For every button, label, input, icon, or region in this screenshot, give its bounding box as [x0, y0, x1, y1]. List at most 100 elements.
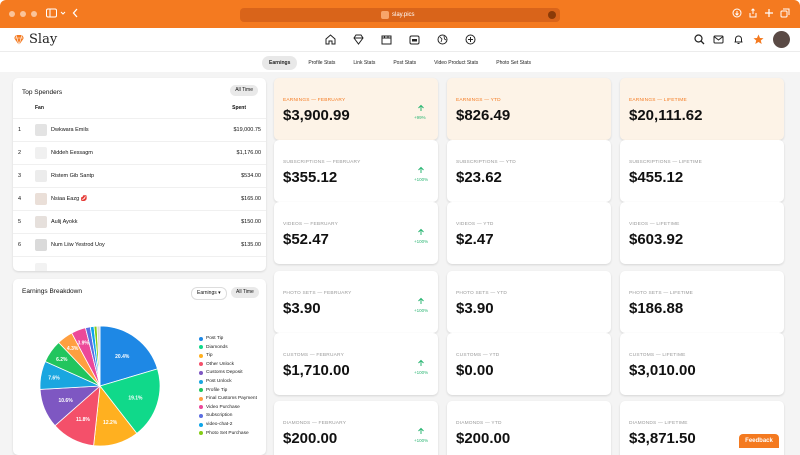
wallet-icon[interactable] — [408, 33, 421, 46]
time-filter-button[interactable]: All Time — [230, 85, 258, 96]
tab-link-stats[interactable]: Link Stats — [346, 56, 382, 70]
chevron-down-icon[interactable] — [60, 8, 66, 18]
table-row[interactable]: 2 Niddeh Eessagm $1,176.00 — [13, 141, 266, 164]
home-icon[interactable] — [324, 33, 337, 46]
stat-card: SUBSCRIPTIONS — FEBRUARY $355.12 +100% — [274, 140, 438, 202]
stat-label: EARNINGS — LIFETIME — [629, 98, 687, 103]
legend-item[interactable]: Subscription — [199, 413, 232, 418]
stat-value: $826.49 — [456, 107, 511, 124]
rank: 1 — [18, 127, 22, 133]
share-icon[interactable] — [748, 8, 758, 18]
rank: 3 — [18, 173, 22, 179]
new-tab-icon[interactable] — [764, 8, 774, 18]
stat-label: EARNINGS — FEBRUARY — [283, 98, 346, 103]
add-icon[interactable] — [464, 33, 477, 46]
legend-item[interactable]: Post Tip — [199, 336, 223, 341]
table-row[interactable]: 3 Ristem Gib Santp $534.00 — [13, 164, 266, 187]
table-row[interactable]: 6 Num Liiw Yestrod Uoy $135.00 — [13, 233, 266, 256]
breakdown-type-select[interactable]: Earnings ▾ — [191, 287, 227, 300]
window-controls[interactable] — [9, 11, 37, 17]
reload-icon[interactable] — [548, 11, 556, 19]
sidebar-toggle-icon[interactable] — [46, 8, 57, 18]
legend-label: Video Purchase — [206, 404, 240, 410]
trend-percent: +100% — [414, 177, 429, 182]
tab-post-stats[interactable]: Post Stats — [386, 56, 423, 70]
stat-label: VIDEOS — YTD — [456, 222, 494, 227]
avatar[interactable] — [773, 31, 790, 48]
legend-label: Other Unlock — [206, 361, 234, 367]
legend-item[interactable]: video-chat-2 — [199, 422, 232, 427]
legend-item[interactable]: Photo Set Purchase — [199, 431, 249, 436]
legend-label: Profile Tip — [206, 387, 228, 393]
legend-item[interactable]: Tip — [199, 353, 213, 358]
stat-card: SUBSCRIPTIONS — LIFETIME $455.12 — [620, 140, 784, 202]
table-row[interactable]: 4 Nsiaa Eazg 💋 $165.00 — [13, 187, 266, 210]
table-row[interactable] — [13, 256, 266, 271]
fan-name: Aulij Ayokk — [51, 219, 78, 225]
site-favicon-icon — [381, 11, 389, 19]
back-icon[interactable] — [72, 8, 79, 18]
feedback-button[interactable]: Feedback — [739, 434, 779, 448]
brand[interactable]: Slay — [13, 32, 57, 47]
trend-up-icon — [418, 104, 424, 111]
stat-card: SUBSCRIPTIONS — YTD $23.62 — [447, 140, 611, 202]
download-icon[interactable] — [732, 8, 742, 18]
pie-data-label: 11.8% — [76, 417, 90, 423]
tab-profile-stats[interactable]: Profile Stats — [301, 56, 342, 70]
stat-card: VIDEOS — YTD $2.47 — [447, 202, 611, 264]
legend-item[interactable]: Profile Tip — [199, 388, 227, 393]
media-icon[interactable] — [380, 33, 393, 46]
spent-amount: $150.00 — [241, 219, 261, 225]
legend-swatch — [199, 405, 203, 410]
globe-icon[interactable] — [436, 33, 449, 46]
legend-swatch — [199, 379, 203, 384]
stat-card: CUSTOMS — FEBRUARY $1,710.00 +100% — [274, 333, 438, 395]
legend-item[interactable]: Diamonds — [199, 345, 228, 350]
legend-swatch — [199, 353, 203, 358]
table-header: Fan Spent — [13, 103, 266, 113]
legend-item[interactable]: Other Unlock — [199, 362, 234, 367]
legend-label: Post Tip — [206, 336, 224, 341]
search-icon[interactable] — [693, 33, 706, 46]
tab-video-product-stats[interactable]: Video Product Stats — [427, 56, 485, 70]
legend-item[interactable]: Video Purchase — [199, 405, 240, 410]
spent-amount: $135.00 — [241, 242, 261, 248]
legend-item[interactable]: Customs Deposit — [199, 370, 243, 375]
stat-value: $200.00 — [283, 430, 338, 447]
address-bar[interactable]: slay.pics — [240, 8, 560, 22]
stat-card: DIAMONDS — YTD $200.00 — [447, 401, 611, 455]
select-value: Earnings — [197, 290, 217, 296]
table-row[interactable]: 1 Dwkwara Emils $19,000.75 — [13, 118, 266, 141]
stat-label: EARNINGS — YTD — [456, 98, 501, 103]
legend-item[interactable]: Post Unlock — [199, 379, 232, 384]
fan-thumbnail — [35, 193, 47, 205]
stat-value: $3.90 — [283, 300, 321, 317]
stats-tabs: Earnings Profile Stats Link Stats Post S… — [0, 56, 800, 70]
trend-up-icon — [418, 427, 424, 434]
app-header: Slay — [0, 28, 800, 52]
pie-data-label: 7.6% — [48, 376, 60, 382]
tabs-overview-icon[interactable] — [780, 8, 790, 18]
fan-name: Nsiaa Eazg 💋 — [51, 196, 88, 202]
stat-label: SUBSCRIPTIONS — YTD — [456, 160, 516, 165]
time-filter-button[interactable]: All Time — [231, 287, 259, 298]
spent-amount: $19,000.75 — [233, 127, 261, 133]
table-row[interactable]: 5 Aulij Ayokk $150.00 — [13, 210, 266, 233]
tab-photo-set-stats[interactable]: Photo Set Stats — [489, 56, 538, 70]
tab-earnings[interactable]: Earnings — [262, 56, 298, 70]
trend-percent: +100% — [414, 308, 429, 313]
stat-label: PHOTO SETS — FEBRUARY — [283, 291, 352, 296]
stat-label: DIAMONDS — YTD — [456, 421, 502, 426]
star-icon[interactable] — [752, 33, 765, 46]
stat-value: $1,710.00 — [283, 362, 350, 379]
pie-data-label: 12.2% — [103, 420, 118, 426]
mail-icon[interactable] — [712, 33, 725, 46]
legend-item[interactable]: Final Customs Payment — [199, 396, 257, 401]
stat-label: CUSTOMS — FEBRUARY — [283, 353, 344, 358]
trend-up-icon — [418, 297, 424, 304]
fan-name: Num Liiw Yestrod Uoy — [51, 242, 105, 248]
stat-value: $3.90 — [456, 300, 494, 317]
bell-icon[interactable] — [732, 33, 745, 46]
diamond-icon[interactable] — [352, 33, 365, 46]
legend-label: Diamonds — [206, 344, 228, 350]
